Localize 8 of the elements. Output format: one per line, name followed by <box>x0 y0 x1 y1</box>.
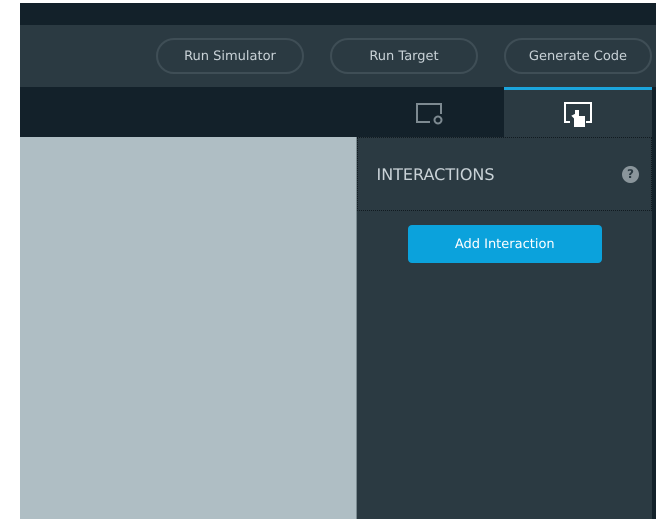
screen-settings-icon <box>415 102 445 126</box>
panel-tab[interactable] <box>504 87 652 137</box>
toolbar-button[interactable]: Generate Code <box>504 38 652 74</box>
panel-title: INTERACTIONS <box>376 164 495 184</box>
touch-screen-icon <box>563 100 593 126</box>
toolbar-button[interactable]: Run Simulator <box>156 38 304 74</box>
toolbar-button[interactable]: Run Target <box>330 38 478 74</box>
help-icon[interactable]: ? <box>622 166 639 182</box>
